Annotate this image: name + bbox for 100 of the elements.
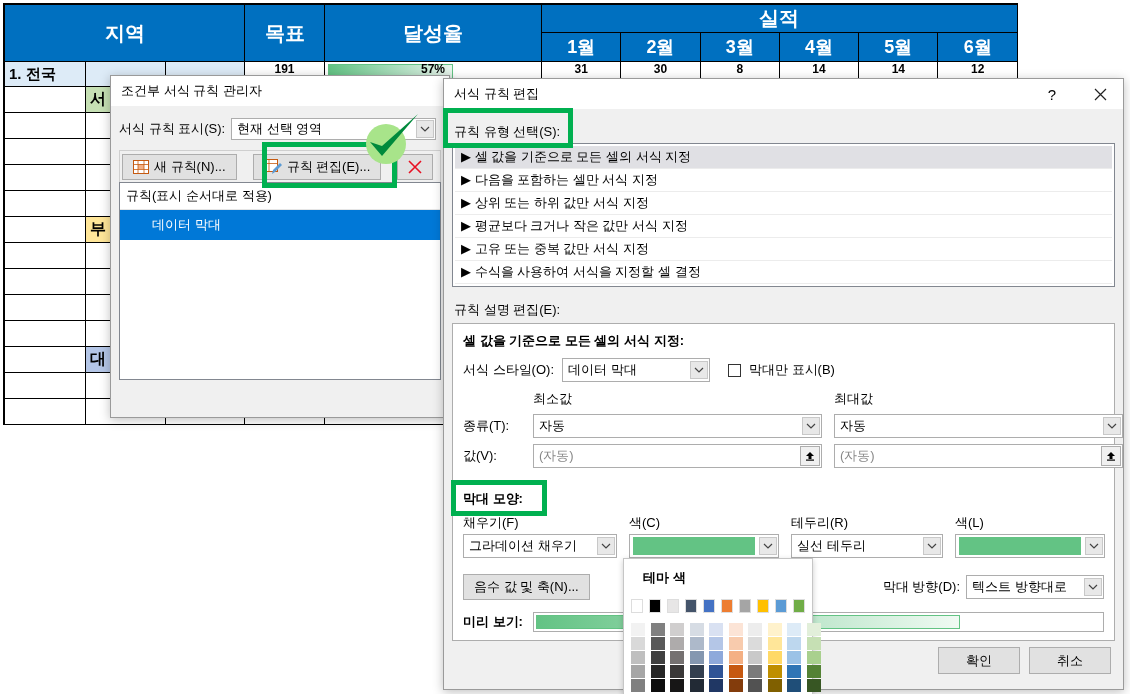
- rule-type-item[interactable]: ▶ 상위 또는 하위 값만 서식 지정: [455, 192, 1112, 215]
- rule-type-item[interactable]: ▶ 다음을 포함하는 셀만 서식 지정: [455, 169, 1112, 192]
- close-icon[interactable]: [1094, 87, 1107, 101]
- color-swatch[interactable]: [709, 679, 723, 692]
- column-header: 6월: [938, 33, 1018, 62]
- color-swatch[interactable]: [709, 651, 723, 664]
- section-label: 규칙 유형 선택(S):: [454, 124, 561, 139]
- color-swatch[interactable]: [767, 637, 782, 650]
- color-swatch[interactable]: [709, 623, 723, 636]
- color-swatch[interactable]: [631, 623, 645, 636]
- color-swatch[interactable]: [806, 637, 821, 650]
- delete-rule-button[interactable]: [397, 154, 434, 180]
- field-label: 서식 규칙 표시(S):: [119, 120, 226, 138]
- minimum-value-field[interactable]: (자동): [533, 444, 822, 468]
- color-swatch[interactable]: [767, 679, 782, 692]
- color-swatch[interactable]: [631, 651, 645, 664]
- rule-type-item[interactable]: ▶ 수식을 사용하여 서식을 지정할 셀 결정: [455, 261, 1112, 284]
- color-swatch[interactable]: [689, 679, 704, 692]
- color-swatch[interactable]: [806, 665, 821, 678]
- color-swatch[interactable]: [748, 651, 762, 664]
- color-swatch[interactable]: [670, 637, 684, 650]
- minimum-type-dropdown[interactable]: 자동: [533, 414, 822, 438]
- table-cell: 1. 전국: [5, 62, 86, 87]
- color-swatch[interactable]: [806, 623, 821, 636]
- maximum-value-field[interactable]: (자동): [834, 444, 1123, 468]
- color-swatch[interactable]: [670, 679, 684, 692]
- color-swatch[interactable]: [748, 665, 762, 678]
- color-swatch[interactable]: [720, 599, 734, 613]
- color-swatch[interactable]: [756, 599, 770, 613]
- color-swatch[interactable]: [689, 623, 704, 636]
- color-swatch[interactable]: [631, 665, 645, 678]
- color-swatch[interactable]: [728, 623, 743, 636]
- color-swatch[interactable]: [689, 637, 704, 650]
- rule-type-item[interactable]: ▶ 평균보다 크거나 작은 값만 서식 지정: [455, 215, 1112, 238]
- color-swatch[interactable]: [774, 599, 788, 613]
- rule-item[interactable]: 데이터 막대: [120, 210, 440, 240]
- column-label: 최대값: [834, 390, 874, 408]
- color-swatch[interactable]: [670, 651, 684, 664]
- color-swatch[interactable]: [728, 665, 743, 678]
- color-swatch[interactable]: [631, 679, 645, 692]
- edit-rule-button[interactable]: 규칙 편집(E)...: [252, 154, 382, 180]
- negative-value-button[interactable]: 음수 값 및 축(N)...: [463, 574, 590, 600]
- rule-type-item[interactable]: ▶ 셀 값을 기준으로 모든 셀의 서식 지정: [455, 146, 1112, 169]
- field-label: 색(C): [629, 514, 662, 532]
- fill-type-dropdown[interactable]: 그라데이션 채우기: [463, 534, 617, 558]
- column-header: 2월: [621, 33, 701, 62]
- color-swatch[interactable]: [806, 679, 821, 692]
- color-swatch[interactable]: [631, 637, 645, 650]
- field-label: 테두리(R): [791, 514, 850, 532]
- maximum-type-dropdown[interactable]: 자동: [834, 414, 1123, 438]
- color-swatch[interactable]: [728, 637, 743, 650]
- color-swatch[interactable]: [748, 623, 762, 636]
- color-swatch[interactable]: [792, 599, 806, 613]
- fill-color-dropdown[interactable]: [629, 534, 779, 558]
- color-swatch[interactable]: [670, 623, 684, 636]
- color-swatch[interactable]: [709, 665, 723, 678]
- column-header: 3월: [700, 33, 780, 62]
- field-label: 종류(T):: [463, 417, 511, 435]
- column-label: 최소값: [533, 390, 573, 408]
- color-swatch[interactable]: [689, 665, 704, 678]
- color-swatch[interactable]: [787, 637, 801, 650]
- bar-direction-dropdown[interactable]: 텍스트 방향대로: [966, 575, 1104, 599]
- column-header: 달성율: [325, 5, 542, 62]
- color-swatch[interactable]: [650, 665, 665, 678]
- color-swatch[interactable]: [806, 651, 821, 664]
- color-swatch[interactable]: [767, 665, 782, 678]
- color-swatch[interactable]: [684, 599, 698, 613]
- color-swatch[interactable]: [787, 679, 801, 692]
- color-swatch[interactable]: [650, 651, 665, 664]
- color-swatch[interactable]: [648, 599, 662, 613]
- panel-heading: 막대 모양:: [463, 490, 524, 508]
- color-swatch[interactable]: [767, 623, 782, 636]
- field-label: 막대 방향(D):: [882, 578, 960, 596]
- color-swatch[interactable]: [728, 651, 743, 664]
- color-swatch[interactable]: [748, 679, 762, 692]
- color-swatch[interactable]: [650, 637, 665, 650]
- border-color-dropdown[interactable]: [955, 534, 1105, 558]
- color-swatch[interactable]: [670, 665, 684, 678]
- color-swatch[interactable]: [748, 637, 762, 650]
- color-swatch[interactable]: [738, 599, 752, 613]
- color-swatch[interactable]: [702, 599, 716, 613]
- color-swatch[interactable]: [709, 637, 723, 650]
- color-swatch[interactable]: [650, 623, 665, 636]
- border-type-dropdown[interactable]: 실선 테두리: [791, 534, 943, 558]
- color-swatch[interactable]: [787, 665, 801, 678]
- color-swatch[interactable]: [650, 679, 665, 692]
- color-swatch[interactable]: [767, 651, 782, 664]
- format-style-dropdown[interactable]: 데이터 막대: [562, 358, 710, 382]
- color-swatch[interactable]: [787, 651, 801, 664]
- checkbox[interactable]: [728, 363, 741, 377]
- color-swatch[interactable]: [666, 599, 680, 613]
- color-swatch[interactable]: [728, 679, 743, 692]
- dialog-button[interactable]: 확인: [938, 647, 1020, 674]
- color-swatch[interactable]: [689, 651, 704, 664]
- color-swatch[interactable]: [631, 599, 644, 613]
- dialog-button[interactable]: 취소: [1029, 647, 1111, 674]
- color-swatch[interactable]: [787, 623, 801, 636]
- help-button[interactable]: ?: [1047, 85, 1056, 103]
- rule-type-item[interactable]: ▶ 고유 또는 중복 값만 서식 지정: [455, 238, 1112, 261]
- new-rule-button[interactable]: 새 규칙(N)...: [122, 154, 237, 180]
